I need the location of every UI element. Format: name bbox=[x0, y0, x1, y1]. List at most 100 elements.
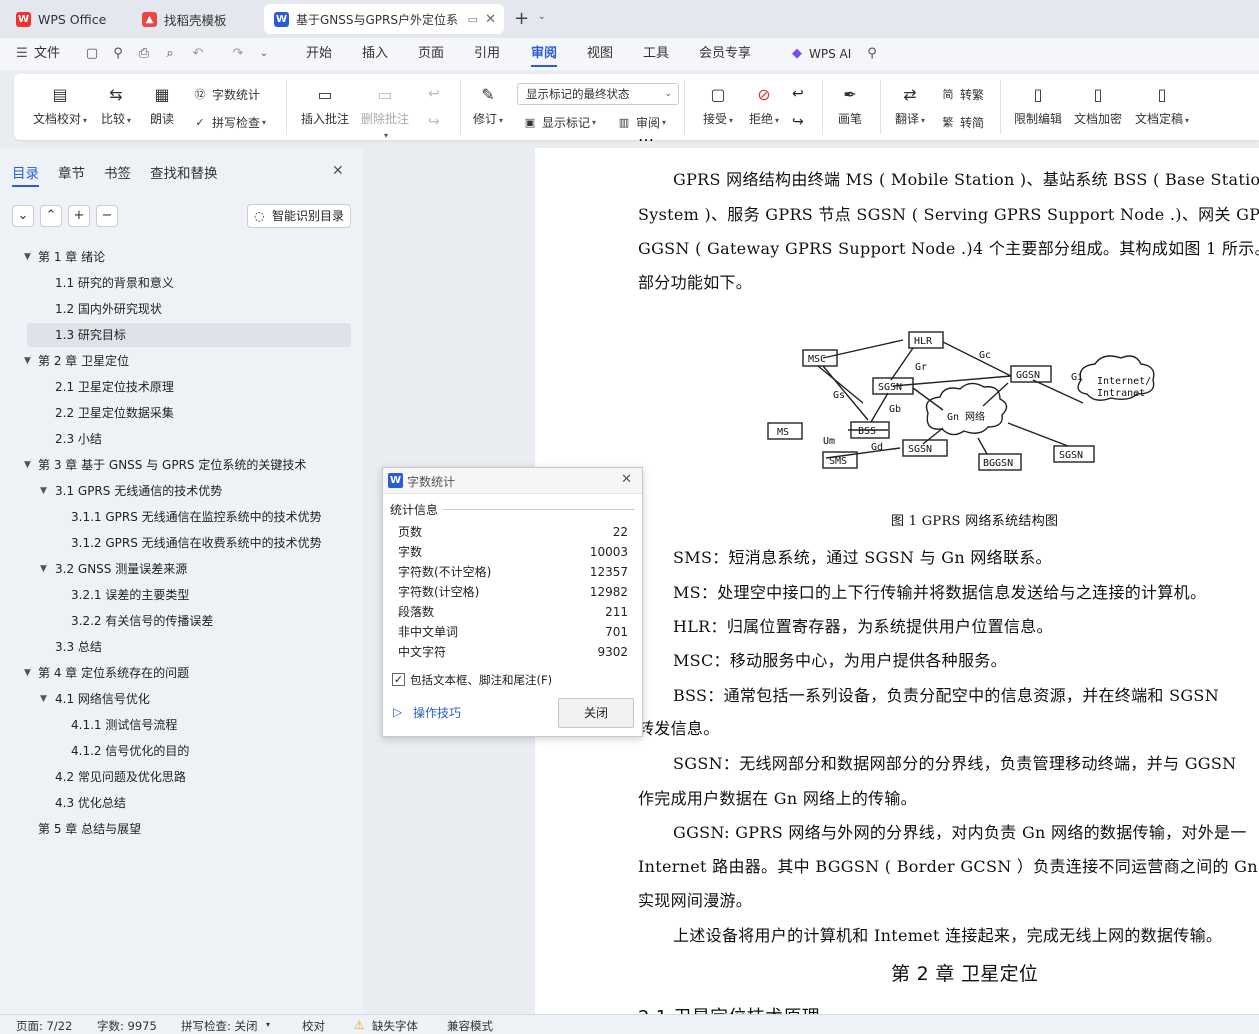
toc-item[interactable]: 3.1.1 GPRS 无线通信在监控系统中的技术优势 bbox=[0, 505, 351, 529]
expand-triangle-icon[interactable]: ▼ bbox=[40, 557, 47, 581]
toc-item[interactable]: 2.1 卫星定位技术原理 bbox=[0, 375, 351, 399]
chevron-down-icon[interactable]: ⌄ bbox=[538, 12, 546, 22]
monitor-icon[interactable]: ▭ bbox=[468, 13, 478, 26]
expand-triangle-icon[interactable]: ▼ bbox=[40, 479, 47, 503]
save-icon[interactable]: ▢ bbox=[84, 46, 100, 62]
collapse-down-button[interactable]: ⌄ bbox=[12, 205, 34, 227]
menu-wps-ai[interactable]: WPS AI bbox=[809, 38, 851, 70]
toc-item[interactable]: ▼ 第 4 章 定位系统存在的问题 bbox=[0, 661, 351, 685]
new-tab-icon[interactable]: + bbox=[514, 8, 529, 29]
status-spell[interactable]: 拼写检查: 关闭 bbox=[181, 1018, 258, 1034]
tips-link[interactable]: 操作技巧 bbox=[413, 704, 461, 721]
status-missing-font[interactable]: 缺失字体 bbox=[372, 1018, 418, 1034]
toc-item[interactable]: 1.3 研究目标 bbox=[27, 323, 351, 347]
toc-item[interactable]: 4.1.2 信号优化的目的 bbox=[0, 739, 351, 763]
expand-triangle-icon[interactable]: ▼ bbox=[24, 349, 31, 373]
toc-item[interactable]: ▼ 3.1 GPRS 无线通信的技术优势 bbox=[0, 479, 351, 503]
toc-item[interactable]: ▼ 4.1 网络信号优化 bbox=[0, 687, 351, 711]
to-simplified-button[interactable]: 繁 转简 bbox=[940, 114, 985, 131]
next-change-icon[interactable]: ↪ bbox=[792, 114, 804, 130]
undo-icon[interactable]: ↶ bbox=[190, 46, 206, 62]
dialog-close-icon[interactable]: ✕ bbox=[621, 472, 632, 487]
add-heading-button[interactable]: + bbox=[68, 205, 90, 227]
share-icon[interactable]: ⚲ bbox=[110, 46, 126, 62]
toc-item[interactable]: 第 5 章 总结与展望 bbox=[0, 817, 351, 841]
close-pane-icon[interactable]: ✕ bbox=[332, 163, 344, 179]
toc-item[interactable]: 2.3 小结 bbox=[0, 427, 351, 451]
markup-state-select[interactable]: 显示标记的最终状态 ⌄ bbox=[517, 83, 679, 105]
next-comment-icon[interactable]: ↪ bbox=[428, 114, 440, 130]
menu-file[interactable]: 文件 bbox=[34, 38, 60, 70]
expand-triangle-icon[interactable]: ▼ bbox=[40, 687, 47, 711]
expand-triangle-icon[interactable]: ▼ bbox=[24, 245, 31, 269]
delete-comment-button[interactable]: ▭ 删除批注▾ bbox=[358, 84, 412, 141]
word-count-button[interactable]: ⑫ 字数统计 bbox=[192, 86, 261, 103]
menu-reference[interactable]: 引用 bbox=[474, 38, 500, 70]
read-aloud-button[interactable]: ▦ 朗读 bbox=[144, 84, 180, 127]
include-notes-checkbox[interactable]: ✓ bbox=[392, 673, 405, 686]
print-icon[interactable]: ⎙ bbox=[136, 46, 152, 62]
toc-item[interactable]: ▼ 第 2 章 卫星定位 bbox=[0, 349, 351, 373]
wps-ai-icon[interactable]: ◆ bbox=[789, 46, 805, 62]
document-page[interactable]: ⋯ GPRS 网络结构由终端 MS ( Mobile Station )、基站系… bbox=[535, 130, 1259, 1028]
toc-item[interactable]: 3.2.2 有关信号的传播误差 bbox=[0, 609, 351, 633]
print-preview-icon[interactable]: ⌕ bbox=[162, 46, 178, 62]
search-icon[interactable]: ⚲ bbox=[864, 46, 880, 62]
nav-tab-toc[interactable]: 目录 bbox=[12, 162, 39, 187]
chevron-down-icon[interactable]: ▾ bbox=[266, 1020, 270, 1029]
nav-tab-bookmark[interactable]: 书签 bbox=[104, 162, 131, 182]
toc-item[interactable]: 4.3 优化总结 bbox=[0, 791, 351, 815]
show-markup-button[interactable]: ▣ 显示标记 ▾ bbox=[522, 114, 596, 131]
toc-item[interactable]: 2.2 卫星定位数据采集 bbox=[0, 401, 351, 425]
nav-tab-chapter[interactable]: 章节 bbox=[58, 162, 85, 182]
toc-item[interactable]: 4.1.1 测试信号流程 bbox=[0, 713, 351, 737]
menu-start[interactable]: 开始 bbox=[306, 38, 332, 70]
insert-comment-button[interactable]: ▭ 插入批注 bbox=[298, 84, 352, 127]
menu-page[interactable]: 页面 bbox=[418, 38, 444, 70]
to-traditional-button[interactable]: 简 转繁 bbox=[940, 86, 985, 103]
menu-member[interactable]: 会员专享 bbox=[699, 38, 751, 70]
close-tab-icon[interactable]: ✕ bbox=[485, 12, 496, 27]
prev-comment-icon[interactable]: ↩ bbox=[428, 86, 440, 102]
finalize-button[interactable]: ▯ 文档定稿 ▾ bbox=[1132, 84, 1192, 127]
doc-check-button[interactable]: ▤ 文档校对 ▾ bbox=[28, 84, 92, 127]
menu-review[interactable]: 审阅 bbox=[531, 38, 558, 70]
toc-item[interactable]: 3.1.2 GPRS 无线通信在收费系统中的技术优势 bbox=[0, 531, 351, 555]
status-proof[interactable]: 校对 bbox=[302, 1018, 325, 1034]
tab-docer[interactable]: ▲ 找稻壳模板 bbox=[132, 4, 256, 34]
spell-check-button[interactable]: ✓ 拼写检查 ▾ bbox=[192, 114, 266, 131]
tab-document[interactable]: W 基于GNSS与GPRS户外定位系 ▭ ✕ bbox=[264, 4, 504, 34]
restrict-edit-button[interactable]: ▯ 限制编辑 bbox=[1012, 84, 1064, 127]
dialog-titlebar[interactable]: W 字数统计 ✕ bbox=[383, 468, 642, 494]
nav-tab-find-replace[interactable]: 查找和替换 bbox=[150, 162, 218, 182]
review-pane-button[interactable]: ▥ 审阅 ▾ bbox=[616, 114, 666, 131]
toc-item[interactable]: 4.2 常见问题及优化思路 bbox=[0, 765, 351, 789]
status-page[interactable]: 页面: 7/22 bbox=[16, 1018, 72, 1034]
revise-button[interactable]: ✎ 修订 ▾ bbox=[468, 84, 508, 127]
dialog-close-button[interactable]: 关闭 bbox=[558, 698, 634, 728]
toc-item[interactable]: 1.2 国内外研究现状 bbox=[0, 297, 351, 321]
remove-heading-button[interactable]: − bbox=[96, 205, 118, 227]
status-word-count[interactable]: 字数: 9975 bbox=[97, 1018, 157, 1034]
encrypt-button[interactable]: ▯ 文档加密 bbox=[1072, 84, 1124, 127]
tab-wps-office[interactable]: W WPS Office bbox=[6, 4, 124, 34]
toc-item[interactable]: 1.1 研究的背景和意义 bbox=[0, 271, 351, 295]
expand-triangle-icon[interactable]: ▼ bbox=[24, 661, 31, 685]
toc-item[interactable]: 3.3 总结 bbox=[0, 635, 351, 659]
more-chevron-icon[interactable]: ⌄ bbox=[256, 46, 272, 62]
pen-button[interactable]: ✒ 画笔 bbox=[832, 84, 868, 127]
toc-item[interactable]: ▼ 第 3 章 基于 GNSS 与 GPRS 定位系统的关键技术 bbox=[0, 453, 351, 477]
menu-insert[interactable]: 插入 bbox=[362, 38, 388, 70]
expand-triangle-icon[interactable]: ▼ bbox=[24, 453, 31, 477]
translate-button[interactable]: ⇄ 翻译 ▾ bbox=[890, 84, 930, 127]
redo-icon[interactable]: ↷ bbox=[230, 46, 246, 62]
smart-toc-button[interactable]: ◌ 智能识别目录 bbox=[247, 204, 351, 228]
toc-item[interactable]: ▼ 3.2 GNSS 测量误差来源 bbox=[0, 557, 351, 581]
menu-view[interactable]: 视图 bbox=[587, 38, 613, 70]
hamburger-icon[interactable]: ☰ bbox=[14, 46, 30, 62]
prev-change-icon[interactable]: ↩ bbox=[792, 86, 804, 102]
tips-icon[interactable]: ▷ bbox=[393, 705, 402, 719]
compare-button[interactable]: ⇆ 比较 ▾ bbox=[96, 84, 136, 127]
reject-button[interactable]: ⊘ 拒绝 ▾ bbox=[744, 84, 784, 127]
toc-item[interactable]: 3.2.1 误差的主要类型 bbox=[0, 583, 351, 607]
